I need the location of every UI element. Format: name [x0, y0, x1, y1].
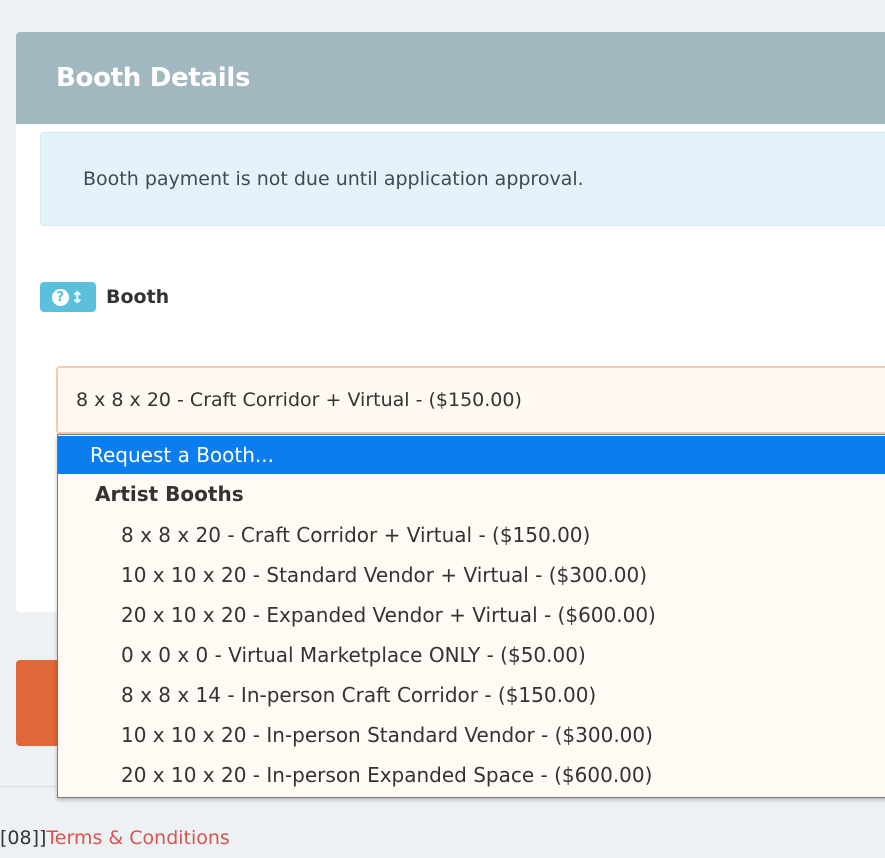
panel-title: Booth Details — [56, 63, 251, 93]
footer-prefix: [08]] — [0, 827, 47, 849]
info-alert: Booth payment is not due until applicati… — [40, 132, 885, 226]
optgroup-artist-booths: Artist Booths — [95, 482, 244, 506]
dropdown-option[interactable]: 8 x 8 x 14 - In-person Craft Corridor - … — [58, 675, 885, 715]
sort-arrows-icon: ↕ — [70, 287, 85, 307]
footer-terms: [08]]Terms & Conditions — [0, 818, 230, 858]
question-icon: ? — [51, 288, 69, 306]
alert-text: Booth payment is not due until applicati… — [83, 168, 584, 190]
booth-select[interactable]: 8 x 8 x 20 - Craft Corridor + Virtual - … — [56, 366, 885, 434]
booth-select-value: 8 x 8 x 20 - Craft Corridor + Virtual - … — [76, 389, 522, 411]
booth-label-row: ? ↕ Booth — [40, 282, 169, 312]
option-request-booth[interactable]: Request a Booth... — [58, 436, 885, 474]
dropdown-option[interactable]: 20 x 10 x 20 - In-person Expanded Space … — [58, 755, 885, 795]
help-icon[interactable]: ? ↕ — [40, 282, 96, 312]
booth-field-label: Booth — [106, 286, 170, 308]
dropdown-option[interactable]: 20 x 10 x 20 - Expanded Vendor + Virtual… — [58, 595, 885, 635]
panel-header: Booth Details — [16, 32, 885, 124]
dropdown-option[interactable]: 10 x 10 x 20 - Standard Vendor + Virtual… — [58, 555, 885, 595]
dropdown-option[interactable]: 8 x 8 x 20 - Craft Corridor + Virtual - … — [58, 515, 885, 555]
dropdown-option[interactable]: 0 x 0 x 0 - Virtual Marketplace ONLY - (… — [58, 635, 885, 675]
booth-dropdown-list[interactable]: Request a Booth... Artist Booths 8 x 8 x… — [57, 434, 885, 798]
terms-link[interactable]: Terms & Conditions — [46, 827, 229, 849]
dropdown-option[interactable]: 10 x 10 x 20 - In-person Standard Vendor… — [58, 715, 885, 755]
